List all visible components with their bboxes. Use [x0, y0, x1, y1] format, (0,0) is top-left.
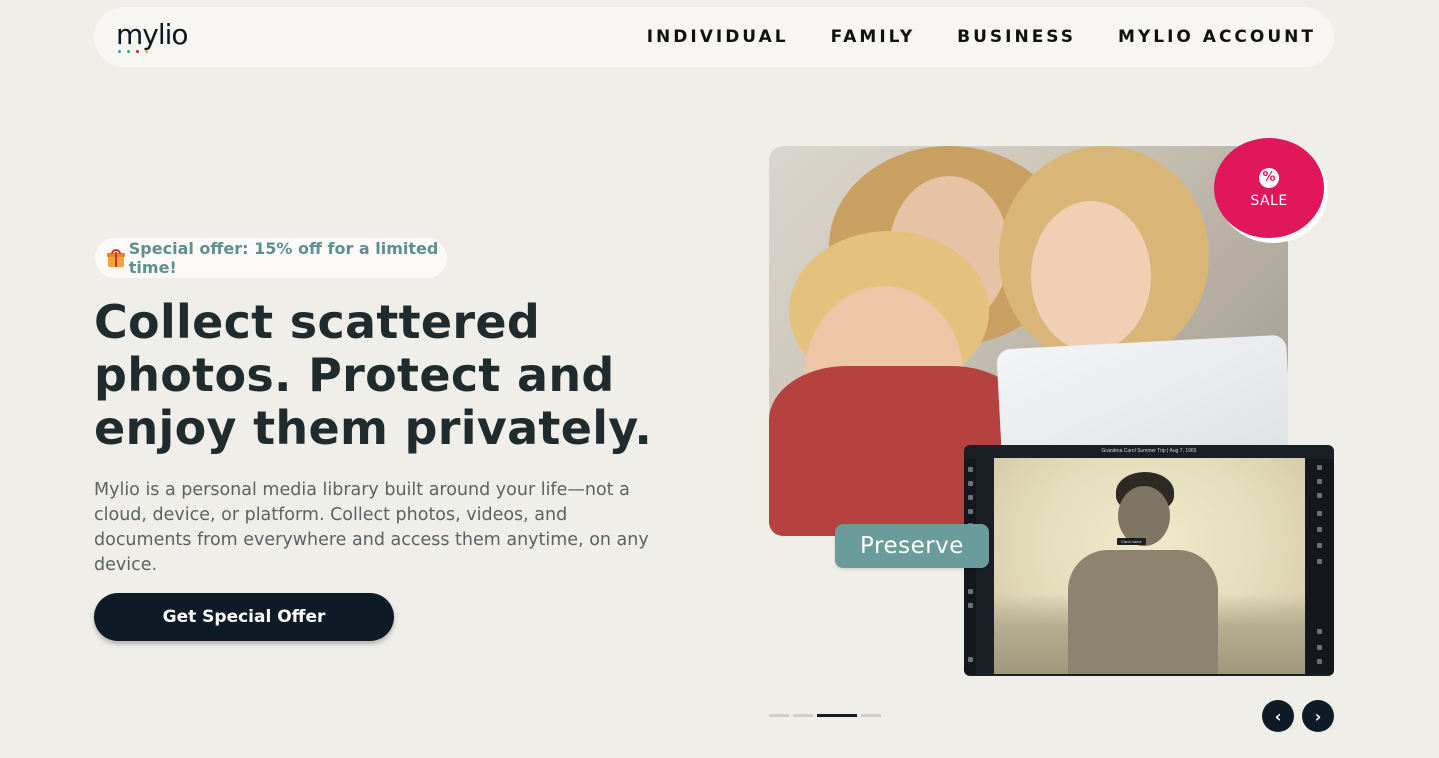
- hero-subtext: Mylio is a personal media library built …: [94, 480, 649, 575]
- app-right-toolbar: [1306, 459, 1334, 674]
- main-nav: INDIVIDUAL FAMILY BUSINESS MYLIO ACCOUNT: [605, 27, 1316, 47]
- logo-dot: [145, 50, 148, 53]
- app-title: Grandma Carol Summer Trip | Aug 7, 1965: [1101, 448, 1197, 454]
- carousel-dot[interactable]: [769, 714, 789, 717]
- nav-business[interactable]: BUSINESS: [957, 27, 1076, 47]
- special-offer-pill: Special offer: 15% off for a limited tim…: [95, 238, 447, 278]
- logo-dots: [118, 50, 148, 53]
- percent-badge-icon: %: [1259, 167, 1279, 188]
- carousel-dot[interactable]: [861, 714, 881, 717]
- logo-dot: [118, 50, 121, 53]
- nav-mylio-account[interactable]: MYLIO ACCOUNT: [1118, 27, 1316, 47]
- face-name-tag: Carol name: [1117, 538, 1146, 545]
- headline-line: photos. Protect and: [94, 348, 615, 402]
- headline-line: enjoy them privately.: [94, 401, 653, 455]
- chevron-right-icon: ›: [1314, 706, 1322, 726]
- nav-family[interactable]: FAMILY: [831, 27, 916, 47]
- offer-text: Special offer: 15% off for a limited tim…: [128, 239, 439, 277]
- logo-dot: [136, 50, 139, 53]
- mylio-app-screenshot: Grandma Carol Summer Trip | Aug 7, 1965 …: [964, 445, 1334, 676]
- carousel-indicators: [769, 714, 881, 717]
- carousel-prev-button[interactable]: ‹: [1262, 700, 1294, 732]
- top-navbar: mylio INDIVIDUAL FAMILY BUSINESS MYLIO A…: [94, 7, 1334, 67]
- vintage-photo: Carol name: [994, 458, 1305, 674]
- sale-badge: % SALE: [1214, 138, 1324, 238]
- carousel-next-button[interactable]: ›: [1302, 700, 1334, 732]
- hero-headline: Collect scattered photos. Protect and en…: [94, 296, 694, 455]
- get-special-offer-button[interactable]: Get Special Offer: [94, 593, 394, 641]
- carousel-dot-active[interactable]: [817, 714, 857, 717]
- headline-line: Collect scattered: [94, 295, 541, 349]
- sale-label: SALE: [1250, 192, 1288, 209]
- mylio-logo[interactable]: mylio: [116, 18, 189, 53]
- chevron-left-icon: ‹: [1274, 706, 1282, 726]
- logo-dot: [127, 50, 130, 53]
- nav-individual[interactable]: INDIVIDUAL: [647, 27, 789, 47]
- gift-icon: [107, 249, 125, 267]
- logo-text: mylio: [116, 18, 189, 51]
- carousel-dot[interactable]: [793, 714, 813, 717]
- preserve-label: Preserve: [835, 524, 989, 568]
